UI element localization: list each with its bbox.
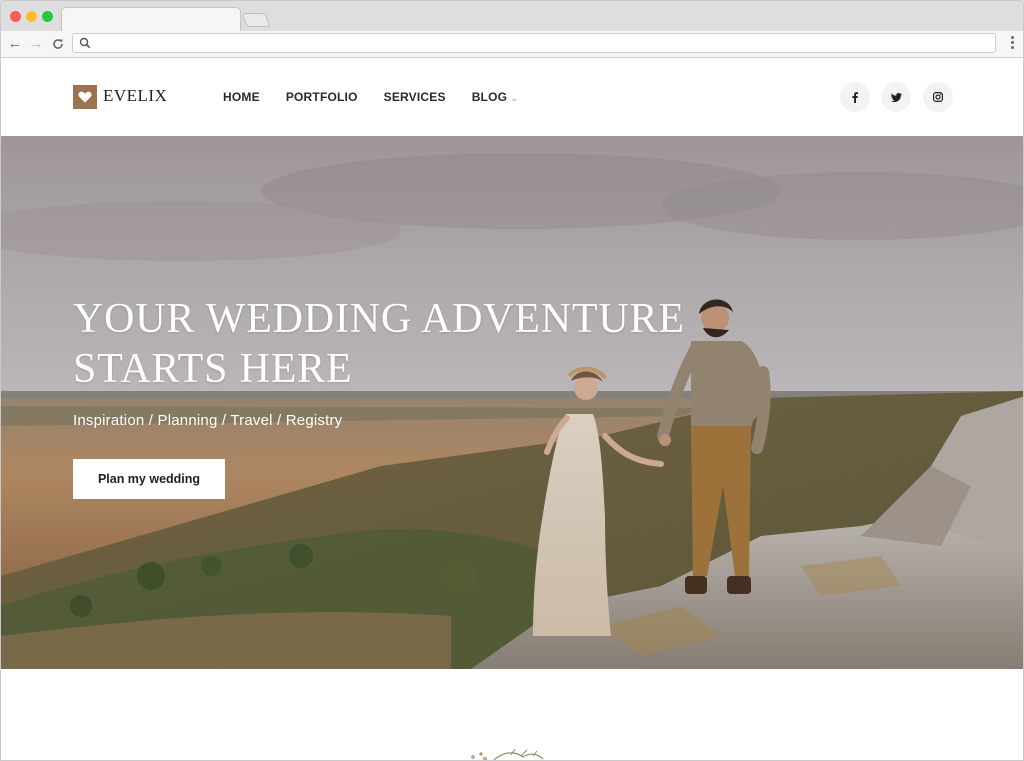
nav-item-home[interactable]: HOME — [223, 90, 260, 104]
new-tab-button[interactable] — [241, 13, 271, 27]
hero-title-line-1: YOUR WEDDING ADVENTURE — [73, 296, 685, 342]
facebook-icon[interactable] — [840, 82, 870, 112]
browser-window: ← → EVELIX HOME PORTFOLIO SERVICES BLOG … — [0, 0, 1024, 761]
floral-ornament-icon — [471, 748, 544, 760]
address-bar[interactable] — [72, 33, 996, 53]
hero-section: YOUR WEDDING ADVENTURE STARTS HERE Inspi… — [1, 136, 1023, 669]
hero-title: YOUR WEDDING ADVENTURE STARTS HERE — [73, 294, 685, 394]
content-section — [1, 669, 1023, 760]
site-header: EVELIX HOME PORTFOLIO SERVICES BLOG ⌄ — [1, 58, 1023, 136]
close-window-button[interactable] — [10, 11, 21, 22]
arrow-right-icon[interactable]: → — [27, 35, 45, 53]
browser-tab-active[interactable] — [61, 7, 241, 32]
nav-item-blog[interactable]: BLOG ⌄ — [472, 90, 519, 104]
hero-background-image — [1, 136, 1023, 669]
browser-tab-bar — [1, 1, 1023, 32]
twitter-icon[interactable] — [881, 82, 911, 112]
main-navigation: HOME PORTFOLIO SERVICES BLOG ⌄ — [223, 90, 545, 104]
nav-item-blog-label: BLOG — [471, 90, 508, 104]
maximize-window-button[interactable] — [42, 11, 53, 22]
heart-icon[interactable] — [73, 85, 97, 109]
search-icon — [79, 37, 91, 49]
reload-icon[interactable] — [49, 35, 67, 53]
arrow-left-icon[interactable]: ← — [6, 35, 24, 53]
chevron-down-icon: ⌄ — [510, 93, 519, 104]
brand-logo-text[interactable]: EVELIX — [103, 86, 167, 106]
plan-my-wedding-button[interactable]: Plan my wedding — [73, 459, 225, 499]
hero-subtitle: Inspiration / Planning / Travel / Regist… — [73, 412, 343, 429]
instagram-icon[interactable] — [923, 82, 953, 112]
kebab-menu-icon[interactable] — [1011, 36, 1015, 52]
minimize-window-button[interactable] — [26, 11, 37, 22]
nav-item-portfolio[interactable]: PORTFOLIO — [286, 90, 358, 104]
browser-toolbar: ← → — [1, 31, 1023, 58]
hero-title-line-2: STARTS HERE — [73, 346, 353, 392]
nav-item-services[interactable]: SERVICES — [384, 90, 446, 104]
